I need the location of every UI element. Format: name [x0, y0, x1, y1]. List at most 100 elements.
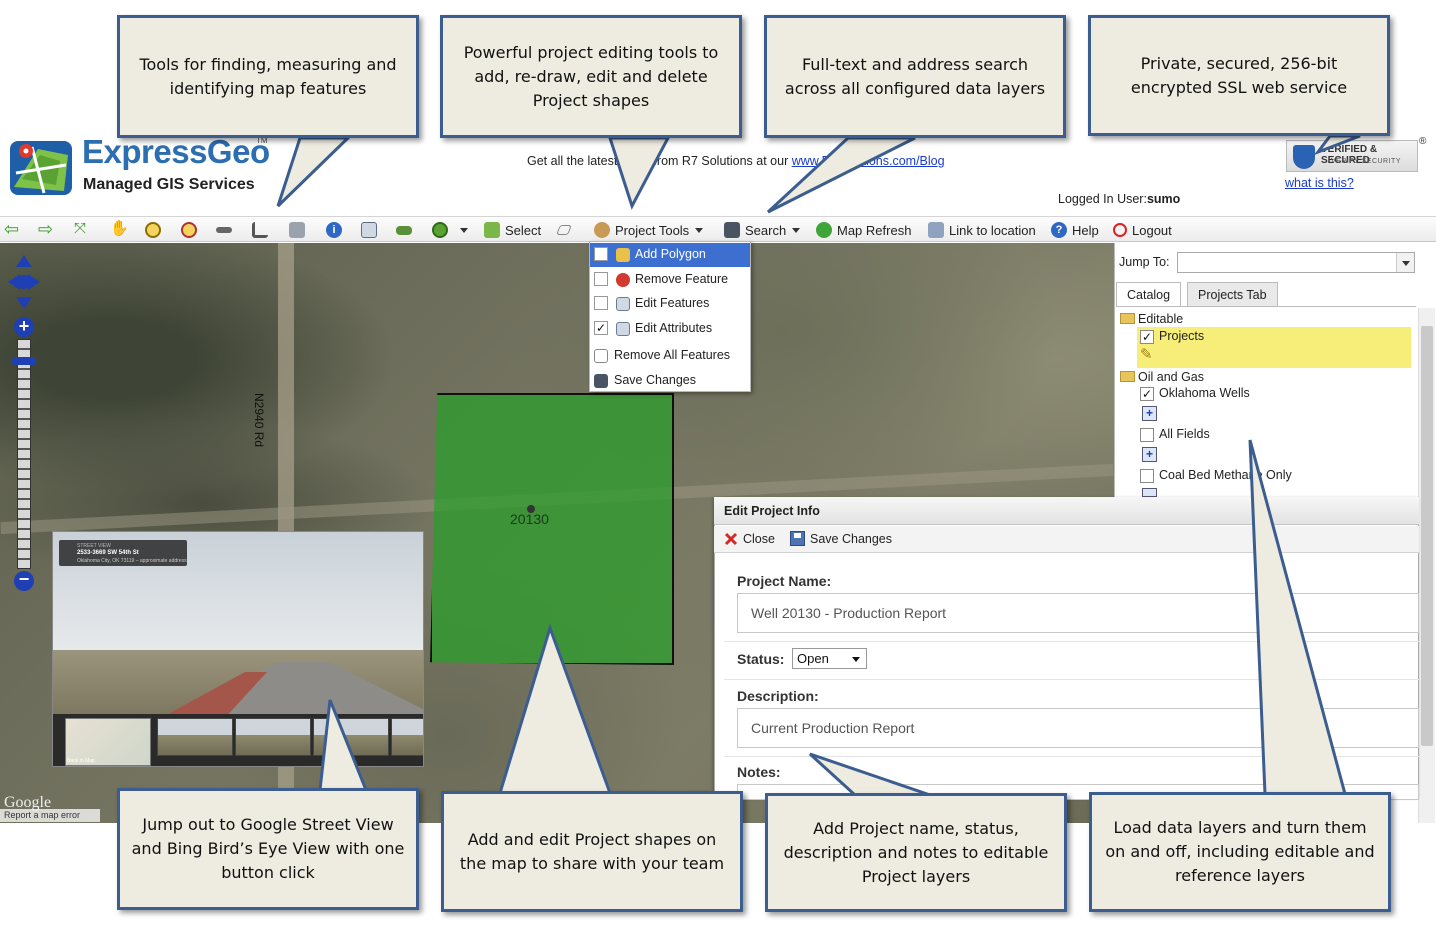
vehicle-icon[interactable] — [396, 222, 412, 238]
street-view-thumbnail[interactable] — [313, 718, 389, 756]
link-location-button[interactable]: Link to location — [928, 222, 1036, 238]
chevron-down-icon — [695, 227, 704, 233]
menu-item-add-polygon[interactable]: Add Polygon — [590, 243, 750, 267]
location-target-icon[interactable] — [432, 222, 468, 238]
menu-item-edit-features[interactable]: Edit Features — [590, 292, 750, 316]
main-toolbar: ⇦ ⇨ ⤧ ✋ i Select Project Tools Search Ma… — [0, 216, 1436, 242]
road-label: N2940 Rd — [252, 393, 266, 448]
project-tools-label: Project Tools — [615, 222, 690, 238]
zoom-out-icon[interactable] — [181, 222, 197, 238]
callout-shapes: Add and edit Project shapes on the map t… — [441, 791, 743, 912]
layer-tree-scrollbar[interactable] — [1418, 308, 1435, 823]
zoom-slider-thumb[interactable] — [12, 357, 36, 365]
menu-checkbox-checked[interactable]: ✓ — [594, 321, 608, 335]
blog-prefix: Get all the latest news from R7 Solution… — [527, 154, 789, 168]
zoom-in-button[interactable]: + — [14, 317, 34, 337]
zoom-out-button[interactable]: − — [14, 570, 34, 591]
layer-label-oklahoma-wells: Oklahoma Wells — [1159, 386, 1250, 400]
street-view-thumbnail[interactable] — [391, 718, 423, 756]
back-to-map-link[interactable]: Back to Map — [67, 758, 95, 764]
pan-hand-icon[interactable]: ✋ — [110, 221, 129, 238]
save-changes-button[interactable]: Save Changes — [810, 532, 892, 546]
back-arrow-icon[interactable]: ⇦ — [4, 220, 20, 238]
field-divider — [724, 756, 1419, 757]
identify-info-icon[interactable]: i — [326, 222, 342, 238]
eraser-icon[interactable] — [556, 222, 572, 238]
menu-item-label: Edit Features — [635, 296, 710, 310]
menu-checkbox[interactable] — [594, 296, 608, 310]
forward-arrow-icon[interactable]: ⇨ — [38, 220, 54, 238]
menu-item-remove-feature[interactable]: Remove Feature — [590, 268, 750, 292]
logout-button[interactable]: Logout — [1113, 222, 1172, 238]
street-view-thumbnail[interactable] — [157, 718, 233, 756]
layer-label-all-fields: All Fields — [1159, 427, 1210, 441]
street-view-thumbnail[interactable] — [235, 718, 311, 756]
chevron-down-icon — [792, 227, 801, 233]
tree-folder-label: Editable — [1138, 312, 1184, 326]
callout-project-info: Add Project name, status, description an… — [765, 793, 1067, 912]
username: sumo — [1146, 192, 1181, 206]
project-tools-menu-button[interactable]: Project Tools — [594, 222, 704, 238]
zoom-slider[interactable] — [17, 339, 31, 569]
jump-to-select[interactable] — [1177, 252, 1415, 273]
measure-area-icon[interactable] — [252, 222, 268, 238]
ssl-badge[interactable]: VERIFIED & SECURED VERIFY SECURITY — [1286, 140, 1418, 172]
layer-checkbox-oklahoma-wells[interactable]: ✓ — [1140, 387, 1154, 401]
scrollbar-thumb[interactable] — [1421, 326, 1433, 746]
menu-checkbox[interactable] — [594, 247, 608, 261]
menu-checkbox[interactable] — [594, 272, 608, 286]
report-document-icon[interactable] — [361, 222, 377, 238]
callout-layers: Load data layers and turn them on and of… — [1089, 792, 1391, 912]
link-location-label: Link to location — [949, 222, 1036, 238]
layer-checkbox-coal-bed[interactable] — [1140, 469, 1154, 483]
remove-icon — [616, 273, 630, 287]
menu-item-save-changes[interactable]: Save Changes — [590, 369, 750, 393]
menu-item-remove-all-features[interactable]: Remove All Features — [590, 344, 750, 368]
folder-icon — [1120, 371, 1135, 382]
layer-checkbox-projects[interactable]: ✓ — [1140, 330, 1154, 344]
help-button[interactable]: ? Help — [1051, 222, 1099, 238]
expand-legend-icon[interactable] — [1142, 488, 1157, 497]
menu-item-edit-attributes[interactable]: ✓ Edit Attributes — [590, 317, 750, 341]
full-extent-icon[interactable]: ⤧ — [74, 221, 90, 238]
chevron-down-icon — [1396, 253, 1414, 272]
folder-icon — [1120, 313, 1135, 324]
search-menu-button[interactable]: Search — [724, 222, 801, 238]
tab-catalog[interactable]: Catalog — [1116, 282, 1182, 306]
zoom-in-icon[interactable] — [145, 222, 161, 238]
save-disk-icon[interactable] — [790, 531, 805, 546]
layer-checkbox-all-fields[interactable] — [1140, 428, 1154, 442]
edit-pencil-icon[interactable]: ✎ — [1140, 345, 1153, 363]
tab-projects[interactable]: Projects Tab — [1187, 282, 1278, 306]
eraser-icon — [594, 349, 608, 363]
status-select[interactable]: Open — [792, 648, 867, 669]
callout-streetview: Jump out to Google Street View and Bing … — [117, 788, 419, 910]
close-button[interactable]: Close — [743, 532, 775, 546]
field-divider — [724, 641, 1419, 642]
expand-legend-icon[interactable]: + — [1142, 406, 1157, 421]
project-name-field[interactable]: Well 20130 - Production Report — [737, 593, 1419, 633]
street-view-city: Oklahoma City, OK 73119 – approximate ad… — [77, 558, 187, 564]
brand-name: ExpressGeo — [82, 133, 270, 170]
callout-ssl: Private, secured, 256-bit encrypted SSL … — [1088, 15, 1390, 136]
select-tool[interactable]: Select — [484, 222, 541, 238]
print-icon[interactable] — [289, 222, 305, 238]
tree-folder-editable[interactable]: Editable — [1120, 312, 1183, 326]
description-field[interactable]: Current Production Report — [737, 708, 1419, 748]
binoculars-icon — [724, 222, 740, 238]
expand-legend-icon[interactable]: + — [1142, 447, 1157, 462]
project-polygon[interactable] — [430, 393, 674, 665]
report-map-error-link[interactable]: Report a map error — [0, 809, 100, 822]
logout-label: Logout — [1132, 222, 1172, 238]
street-view-panel[interactable]: STREET VIEW 2533-3669 SW 54th St Oklahom… — [52, 531, 424, 767]
tree-folder-oil-gas[interactable]: Oil and Gas — [1120, 370, 1204, 384]
close-icon[interactable] — [724, 532, 738, 546]
pan-control-icon[interactable] — [6, 253, 42, 311]
ssl-what-link[interactable]: what is this? — [1285, 176, 1354, 190]
measure-ruler-icon[interactable] — [216, 222, 232, 238]
select-icon — [484, 222, 500, 238]
map-refresh-button[interactable]: Map Refresh — [816, 222, 911, 238]
help-icon: ? — [1051, 222, 1067, 238]
blog-link[interactable]: www.R7Solutions.com/Blog — [792, 154, 945, 168]
palette-icon — [594, 222, 610, 238]
